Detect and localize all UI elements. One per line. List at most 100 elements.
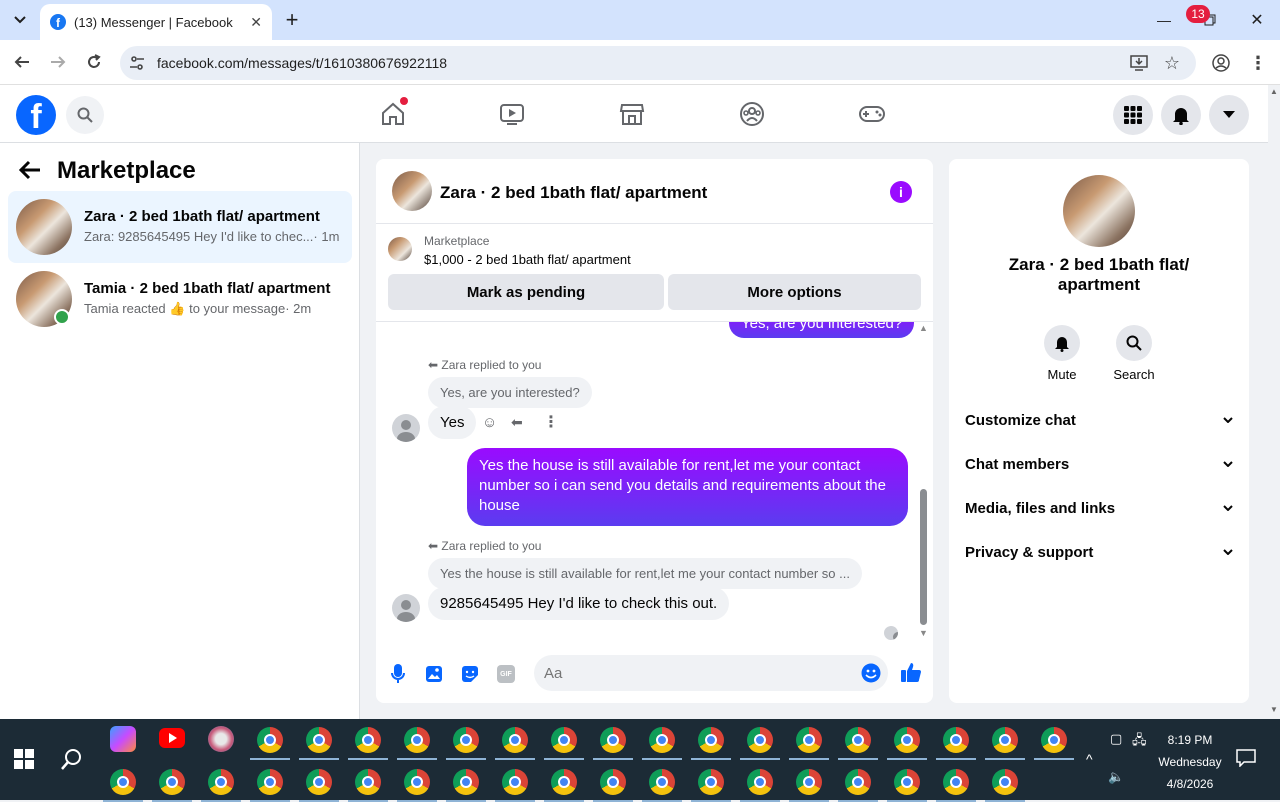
chrome-taskbar-icon[interactable] xyxy=(453,727,479,753)
notification-center-button[interactable] xyxy=(1236,749,1256,772)
profile-avatar[interactable] xyxy=(1063,175,1135,247)
conversation-item-tamia[interactable]: Tamia · 2 bed 1bath flat/ apartment Tami… xyxy=(8,263,352,335)
tab-search-button[interactable] xyxy=(8,8,32,32)
new-tab-button[interactable]: + xyxy=(280,8,304,32)
notifications-button[interactable] xyxy=(1161,95,1201,135)
chrome-taskbar-icon[interactable] xyxy=(845,769,871,795)
browser-tab-messenger[interactable]: f (13) Messenger | Facebook ✕ xyxy=(40,4,272,40)
chrome-taskbar-icon[interactable] xyxy=(551,727,577,753)
search-in-conversation-button[interactable]: Search xyxy=(1104,325,1164,382)
close-window-button[interactable]: ✕ xyxy=(1234,6,1280,34)
chrome-taskbar-icon[interactable] xyxy=(257,727,283,753)
scroll-up-arrow-icon[interactable]: ▲ xyxy=(1270,87,1278,96)
chrome-taskbar-icon[interactable] xyxy=(208,769,234,795)
chrome-taskbar-icon[interactable] xyxy=(110,769,136,795)
volume-icon[interactable]: 🔈 xyxy=(1108,769,1124,785)
chrome-taskbar-icon[interactable] xyxy=(992,727,1018,753)
chrome-taskbar-icon[interactable] xyxy=(747,769,773,795)
facebook-logo-icon[interactable]: f xyxy=(16,95,56,135)
network-icon[interactable]: 🖧 xyxy=(1132,731,1147,753)
copilot-app-icon[interactable] xyxy=(110,726,136,752)
forward-button[interactable] xyxy=(46,50,70,74)
chrome-taskbar-icon[interactable] xyxy=(747,727,773,753)
chrome-taskbar-icon[interactable] xyxy=(649,727,675,753)
sticker-icon[interactable] xyxy=(459,663,481,685)
chrome-taskbar-icon[interactable] xyxy=(845,727,871,753)
nav-video[interactable] xyxy=(497,99,527,129)
windows-start-button[interactable] xyxy=(14,749,34,774)
chrome-taskbar-icon[interactable] xyxy=(502,769,528,795)
pinned-app-icon[interactable] xyxy=(208,726,234,752)
chrome-taskbar-icon[interactable] xyxy=(257,769,283,795)
chrome-taskbar-icon[interactable] xyxy=(943,769,969,795)
chrome-taskbar-icon[interactable] xyxy=(404,727,430,753)
message-scrollbar[interactable] xyxy=(920,489,927,625)
message-input[interactable] xyxy=(534,655,888,691)
chrome-taskbar-icon[interactable] xyxy=(306,727,332,753)
section-chat-members[interactable]: Chat members xyxy=(965,448,1233,480)
listing-thumbnail[interactable] xyxy=(388,237,412,261)
conversation-item-zara[interactable]: Zara · 2 bed 1bath flat/ apartment Zara:… xyxy=(8,191,352,263)
chrome-taskbar-icon[interactable] xyxy=(355,727,381,753)
youtube-app-icon[interactable] xyxy=(159,728,185,748)
chrome-taskbar-icon[interactable] xyxy=(600,769,626,795)
chrome-taskbar-icon[interactable] xyxy=(796,769,822,795)
bookmark-star-icon[interactable]: ☆ xyxy=(1162,53,1182,73)
listing-title[interactable]: $1,000 - 2 bed 1bath flat/ apartment xyxy=(424,252,631,267)
nav-groups[interactable] xyxy=(737,99,767,129)
chrome-taskbar-icon[interactable] xyxy=(159,769,185,795)
reply-icon[interactable]: ⬅ xyxy=(511,414,523,431)
nav-home[interactable] xyxy=(378,97,408,129)
reload-button[interactable] xyxy=(82,50,106,74)
nav-marketplace[interactable] xyxy=(617,99,647,129)
voice-clip-icon[interactable] xyxy=(387,663,409,685)
chrome-taskbar-icon[interactable] xyxy=(306,769,332,795)
tray-overflow-chevron-icon[interactable]: ^ xyxy=(1086,751,1093,767)
chrome-taskbar-icon[interactable] xyxy=(649,769,675,795)
chrome-taskbar-icon[interactable] xyxy=(698,727,724,753)
chrome-taskbar-icon[interactable] xyxy=(453,769,479,795)
chat-avatar[interactable] xyxy=(392,171,432,211)
chrome-taskbar-icon[interactable] xyxy=(1041,727,1067,753)
more-kebab-icon[interactable]: ⋮ xyxy=(543,412,559,432)
chrome-taskbar-icon[interactable] xyxy=(600,727,626,753)
page-scrollbar[interactable]: ▲ ▼ xyxy=(1268,85,1280,719)
minimize-button[interactable]: — xyxy=(1141,6,1187,34)
chrome-taskbar-icon[interactable] xyxy=(992,769,1018,795)
more-options-button[interactable]: More options xyxy=(668,274,921,310)
chrome-taskbar-icon[interactable] xyxy=(943,727,969,753)
tray-device-icon[interactable]: ▢ xyxy=(1110,731,1122,747)
section-privacy-support[interactable]: Privacy & support xyxy=(965,536,1233,568)
mark-as-pending-button[interactable]: Mark as pending xyxy=(388,274,664,310)
section-media-files-links[interactable]: Media, files and links xyxy=(965,492,1233,524)
nav-gaming[interactable] xyxy=(857,99,887,129)
scroll-up-arrow-icon[interactable]: ▲ xyxy=(919,323,928,333)
like-thumbs-up-icon[interactable] xyxy=(900,661,922,683)
chrome-taskbar-icon[interactable] xyxy=(698,769,724,795)
taskbar-search-button[interactable] xyxy=(60,747,84,776)
taskbar-clock[interactable]: 8:19 PM Wednesday 4/8/2026 xyxy=(1150,729,1230,795)
photo-icon[interactable] xyxy=(423,663,445,685)
back-arrow-button[interactable] xyxy=(18,159,41,187)
close-tab-icon[interactable]: ✕ xyxy=(250,14,262,31)
react-smiley-icon[interactable]: ☺ xyxy=(482,414,497,431)
chrome-taskbar-icon[interactable] xyxy=(551,769,577,795)
chrome-taskbar-icon[interactable] xyxy=(796,727,822,753)
chrome-taskbar-icon[interactable] xyxy=(355,769,381,795)
emoji-icon[interactable] xyxy=(860,662,882,684)
chrome-taskbar-icon[interactable] xyxy=(894,769,920,795)
site-info-icon[interactable] xyxy=(127,53,147,73)
chrome-taskbar-icon[interactable] xyxy=(894,727,920,753)
scroll-down-arrow-icon[interactable]: ▼ xyxy=(919,628,928,638)
section-customize-chat[interactable]: Customize chat xyxy=(965,404,1233,436)
chat-title[interactable]: Zara · 2 bed 1bath flat/ apartment xyxy=(440,183,707,203)
chrome-taskbar-icon[interactable] xyxy=(404,769,430,795)
menu-kebab-icon[interactable]: ⋮ xyxy=(1248,53,1268,73)
install-app-icon[interactable] xyxy=(1129,53,1149,73)
facebook-search-button[interactable] xyxy=(66,96,104,134)
address-bar[interactable]: facebook.com/messages/t/1610380676922118 xyxy=(120,46,1196,80)
back-button[interactable] xyxy=(10,50,34,74)
conversation-info-icon[interactable]: i xyxy=(890,181,912,203)
mute-button[interactable]: Mute xyxy=(1032,325,1092,382)
profile-icon[interactable] xyxy=(1211,53,1231,73)
